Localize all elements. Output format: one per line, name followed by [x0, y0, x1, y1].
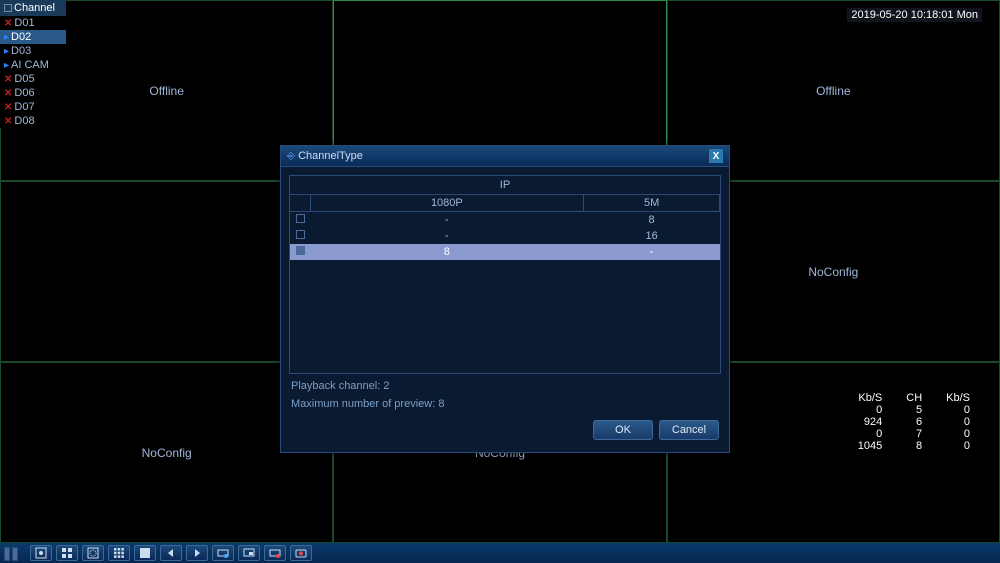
dialog-titlebar[interactable]: ⎆ ChannelType X — [281, 146, 729, 167]
toolbar-pager[interactable] — [4, 547, 18, 561]
cell-5m: 16 — [584, 228, 720, 244]
col-check — [290, 195, 310, 212]
cell-5m: - — [584, 244, 720, 260]
ip-group-header: IP — [289, 175, 721, 194]
offline-icon: ✕ — [4, 18, 12, 29]
bottom-toolbar — [0, 543, 1000, 563]
tour-button[interactable] — [212, 545, 234, 561]
channel-label: D01 — [14, 17, 34, 29]
channel-label: D02 — [11, 31, 31, 43]
channel-label: D08 — [14, 115, 34, 127]
stats-cell: 0 — [934, 428, 982, 440]
stats-cell: 7 — [894, 428, 934, 440]
close-icon[interactable]: X — [709, 149, 723, 163]
channel-item[interactable]: ✕D05 — [0, 72, 66, 86]
cell-status: Offline — [149, 84, 183, 98]
play-icon: ▸ — [4, 60, 9, 71]
stats-cell: 0 — [846, 404, 894, 416]
cell-status: Offline — [816, 84, 850, 98]
channel-item[interactable]: ▸AI CAM — [0, 58, 66, 72]
cancel-button[interactable]: Cancel — [659, 420, 719, 440]
stats-cell: 0 — [934, 416, 982, 428]
channel-list: ✕D01▸D02▸D03▸AI CAM✕D05✕D06✕D07✕D08 — [0, 16, 66, 128]
dialog-title-label: ChannelType — [298, 150, 363, 162]
cell-1080p: - — [310, 228, 584, 244]
stats-col-kbs2: Kb/S — [934, 392, 982, 404]
channeltype-row[interactable]: -16 — [290, 228, 720, 244]
stats-cell: 0 — [934, 404, 982, 416]
channeltype-row[interactable]: -8 — [290, 212, 720, 229]
cell-status: NoConfig — [142, 446, 192, 460]
dialog-title-text: ⎆ ChannelType — [287, 150, 363, 162]
row-checkbox[interactable] — [296, 246, 305, 255]
ok-button[interactable]: OK — [593, 420, 653, 440]
cell-5m: 8 — [584, 212, 720, 229]
sidebar-header: Channel — [0, 0, 66, 16]
channeltype-row[interactable]: 8- — [290, 244, 720, 260]
stats-col-ch: CH — [894, 392, 934, 404]
preview-info: Maximum number of preview: 8 — [289, 392, 721, 410]
offline-icon: ✕ — [4, 116, 12, 127]
sidebar-icon — [4, 4, 12, 12]
view9-button[interactable] — [108, 545, 130, 561]
play-icon: ▸ — [4, 46, 9, 57]
snapshot-button[interactable] — [290, 545, 312, 561]
pip-button[interactable] — [238, 545, 260, 561]
bitrate-stats: Kb/S CH Kb/S 05092460070104580 — [846, 392, 982, 452]
playback-info: Playback channel: 2 — [289, 374, 721, 392]
channel-label: D05 — [14, 73, 34, 85]
record-button[interactable] — [264, 545, 286, 561]
cell-status: NoConfig — [808, 265, 858, 279]
stats-cell: 5 — [894, 404, 934, 416]
view1-button[interactable] — [30, 545, 52, 561]
stats-cell: 0 — [846, 428, 894, 440]
stats-cell: 0 — [934, 440, 982, 452]
channel-label: D03 — [11, 45, 31, 57]
view4-button[interactable] — [56, 545, 78, 561]
channeltype-dialog: ⎆ ChannelType X IP 1080P 5M -8-168- Play… — [280, 145, 730, 453]
row-checkbox[interactable] — [296, 214, 305, 223]
col-1080p: 1080P — [310, 195, 584, 212]
row-checkbox[interactable] — [296, 230, 305, 239]
channel-item[interactable]: ▸D03 — [0, 44, 66, 58]
cell-1080p: 8 — [310, 244, 584, 260]
stats-cell: 924 — [846, 416, 894, 428]
arrow-left-icon[interactable] — [160, 545, 182, 561]
channel-label: D07 — [14, 101, 34, 113]
channel-item[interactable]: ✕D08 — [0, 114, 66, 128]
channel-item[interactable]: ✕D07 — [0, 100, 66, 114]
fullscreen-button[interactable] — [134, 545, 156, 561]
view8-button[interactable] — [82, 545, 104, 561]
channel-item[interactable]: ✕D01 — [0, 16, 66, 30]
cell-1080p: - — [310, 212, 584, 229]
offline-icon: ✕ — [4, 74, 12, 85]
arrow-right-icon[interactable] — [186, 545, 208, 561]
offline-icon: ✕ — [4, 88, 12, 99]
channel-item[interactable]: ✕D06 — [0, 86, 66, 100]
channeltype-table: 1080P 5M -8-168- — [289, 194, 721, 374]
channel-item[interactable]: ▸D02 — [0, 30, 66, 44]
channel-label: D06 — [14, 87, 34, 99]
channel-sidebar: Channel ✕D01▸D02▸D03▸AI CAM✕D05✕D06✕D07✕… — [0, 0, 66, 128]
dialog-icon: ⎆ — [287, 151, 295, 162]
stats-col-kbs1: Kb/S — [846, 392, 894, 404]
stats-cell: 8 — [894, 440, 934, 452]
datetime-display: 2019-05-20 10:18:01 Mon — [847, 8, 982, 22]
stats-cell: 6 — [894, 416, 934, 428]
sidebar-title: Channel — [14, 2, 55, 14]
col-5m: 5M — [584, 195, 720, 212]
play-icon: ▸ — [4, 32, 9, 43]
offline-icon: ✕ — [4, 102, 12, 113]
channel-label: AI CAM — [11, 59, 49, 71]
stats-cell: 1045 — [846, 440, 894, 452]
